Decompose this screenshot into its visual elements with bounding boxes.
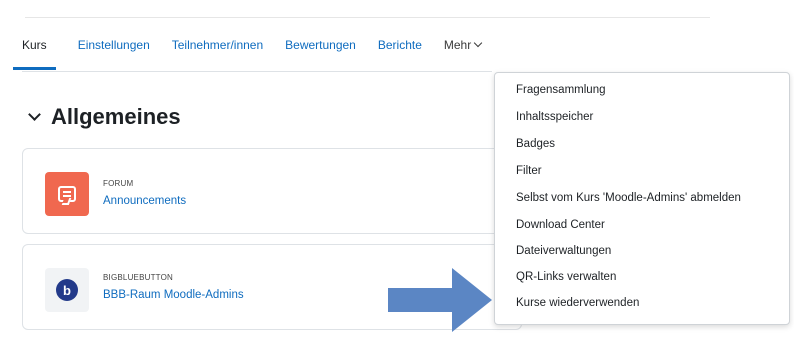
course-tabs: Kurs Einstellungen Teilnehmer/innen Bewe… xyxy=(13,36,483,72)
tab-einstellungen[interactable]: Einstellungen xyxy=(78,36,150,70)
activity-card-forum: FORUM Announcements xyxy=(22,148,522,234)
menu-item-inhaltsspeicher[interactable]: Inhaltsspeicher xyxy=(516,111,593,123)
activity-link-bbb-raum[interactable]: BBB-Raum Moodle-Admins xyxy=(103,289,244,301)
more-dropdown-menu: Fragensammlung Inhaltsspeicher Badges Fi… xyxy=(494,72,790,325)
section-header[interactable]: Allgemeines xyxy=(28,104,181,130)
menu-item-dateiverwaltungen[interactable]: Dateiverwaltungen xyxy=(516,245,611,257)
tabs-divider xyxy=(22,71,492,72)
menu-item-qr-links[interactable]: QR-Links verwalten xyxy=(516,271,616,283)
chevron-down-icon xyxy=(473,38,483,48)
activity-type-label: BIGBLUEBUTTON xyxy=(103,273,174,282)
menu-item-fragensammlung[interactable]: Fragensammlung xyxy=(516,84,605,96)
pointer-arrow-icon xyxy=(388,268,492,332)
tab-teilnehmer[interactable]: Teilnehmer/innen xyxy=(172,36,263,70)
menu-item-filter[interactable]: Filter xyxy=(516,165,542,177)
collapse-chevron-icon[interactable] xyxy=(28,108,41,121)
activity-link-announcements[interactable]: Announcements xyxy=(103,195,186,207)
menu-item-download-center[interactable]: Download Center xyxy=(516,219,605,231)
menu-item-badges[interactable]: Badges xyxy=(516,138,555,150)
section-title: Allgemeines xyxy=(51,104,181,129)
menu-item-selbst-abmelden[interactable]: Selbst vom Kurs 'Moodle-Admins' abmelden xyxy=(516,192,741,204)
tab-mehr-label: Mehr xyxy=(443,38,472,52)
activity-type-label: FORUM xyxy=(103,179,134,188)
forum-icon xyxy=(45,172,89,216)
menu-item-kurse-wiederverwenden[interactable]: Kurse wiederverwenden xyxy=(516,297,639,309)
tab-bewertungen[interactable]: Bewertungen xyxy=(285,36,356,70)
tab-kurs[interactable]: Kurs xyxy=(13,36,56,70)
tab-mehr[interactable]: Mehr xyxy=(443,36,483,70)
bigbluebutton-icon: b xyxy=(45,268,89,312)
tab-berichte[interactable]: Berichte xyxy=(378,36,422,70)
top-divider xyxy=(25,17,710,18)
